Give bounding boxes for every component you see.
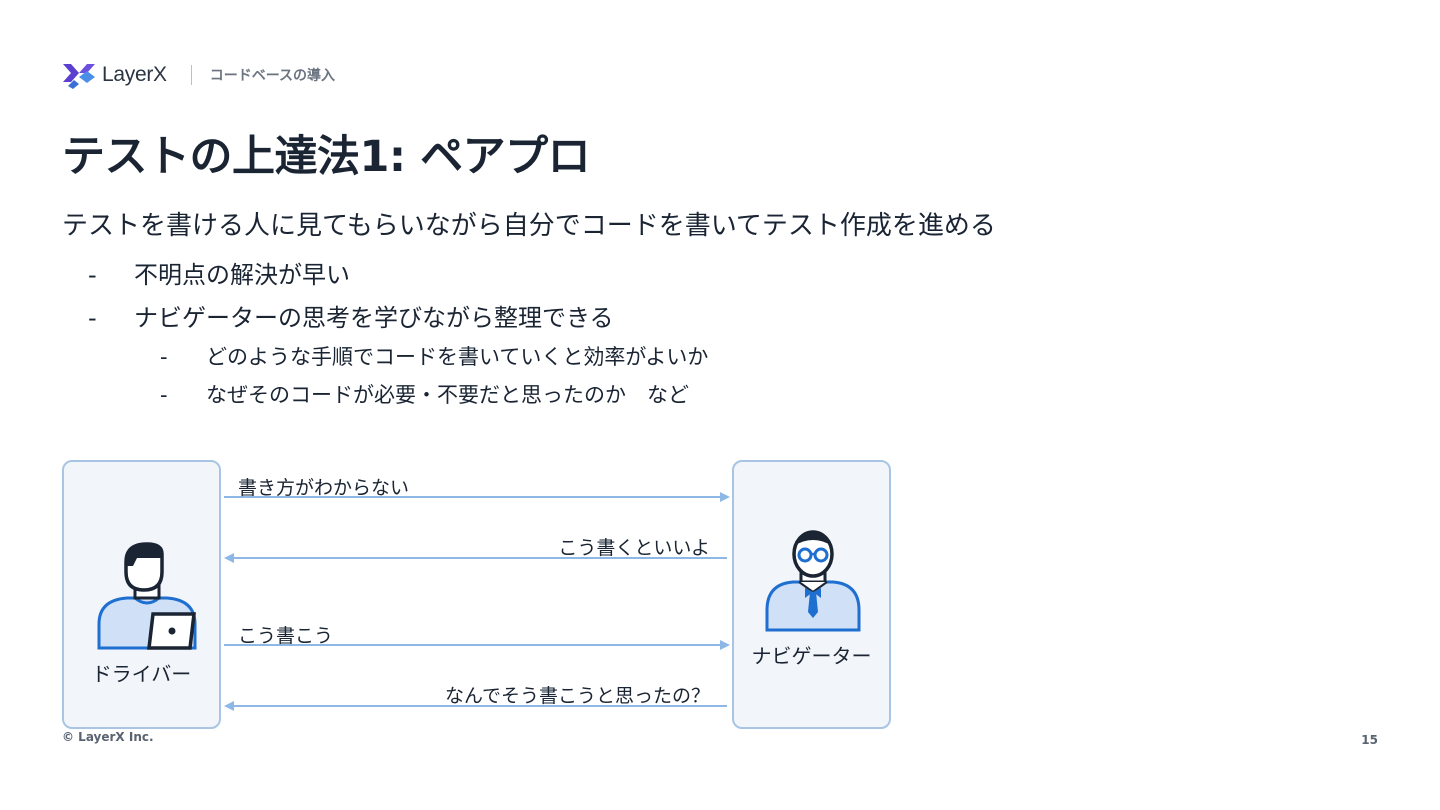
message-label: なんでそう書こうと思ったの？ [444,685,710,707]
copyright: © LayerX Inc. [62,730,154,744]
message-label: 書き方がわからない [238,477,410,499]
message-label: こう書くといいよ [558,537,710,559]
message-arrows [224,492,730,711]
page-number: 15 [1361,733,1378,747]
message-label: こう書こう [238,625,334,647]
